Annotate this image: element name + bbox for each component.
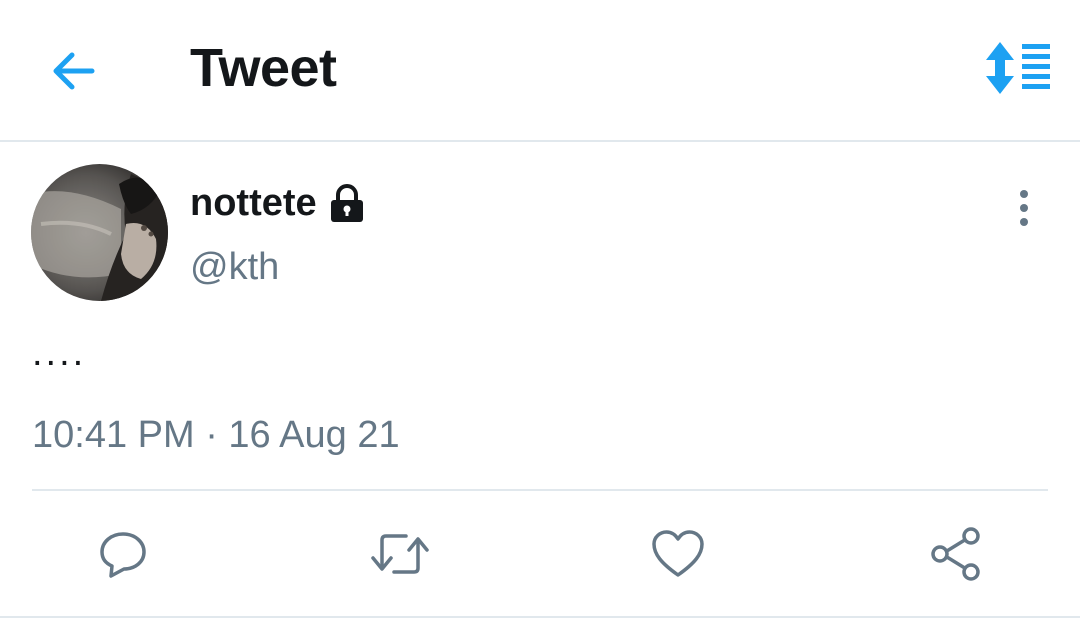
more-options-button[interactable] <box>1006 186 1042 230</box>
retweet-icon <box>371 534 429 574</box>
reply-button[interactable] <box>93 524 153 584</box>
divider <box>0 616 1080 618</box>
tweet-detail: nottete @kth .... 10:41 PM · 16 Aug 21 <box>0 144 1080 638</box>
author-handle[interactable]: @kth <box>190 244 279 290</box>
sort-lines-icon <box>986 42 1050 94</box>
avatar[interactable] <box>31 164 168 301</box>
more-vertical-icon-dot <box>1020 204 1028 212</box>
retweet-button[interactable] <box>370 524 430 584</box>
back-button[interactable] <box>46 44 100 98</box>
tweet-timestamp[interactable]: 10:41 PM · 16 Aug 21 <box>32 412 400 458</box>
arrow-left-icon <box>53 52 95 90</box>
heart-icon <box>652 530 704 577</box>
author-name-row[interactable]: nottete <box>190 180 367 226</box>
share-button[interactable] <box>926 524 986 584</box>
page-title: Tweet <box>190 38 337 98</box>
tweet-text: .... <box>32 332 87 374</box>
lock-icon <box>330 184 363 222</box>
share-icon <box>931 527 980 581</box>
sort-replies-button[interactable] <box>982 40 1054 96</box>
app-header: Tweet <box>0 0 1080 142</box>
more-vertical-icon-dot <box>1020 218 1028 226</box>
like-button[interactable] <box>648 524 708 584</box>
profile-photo <box>31 164 168 301</box>
author-display-name: nottete <box>190 182 317 224</box>
reply-icon <box>100 532 146 578</box>
divider <box>32 489 1048 491</box>
tweet-actions-bar <box>0 524 1080 584</box>
more-vertical-icon <box>1020 190 1028 198</box>
